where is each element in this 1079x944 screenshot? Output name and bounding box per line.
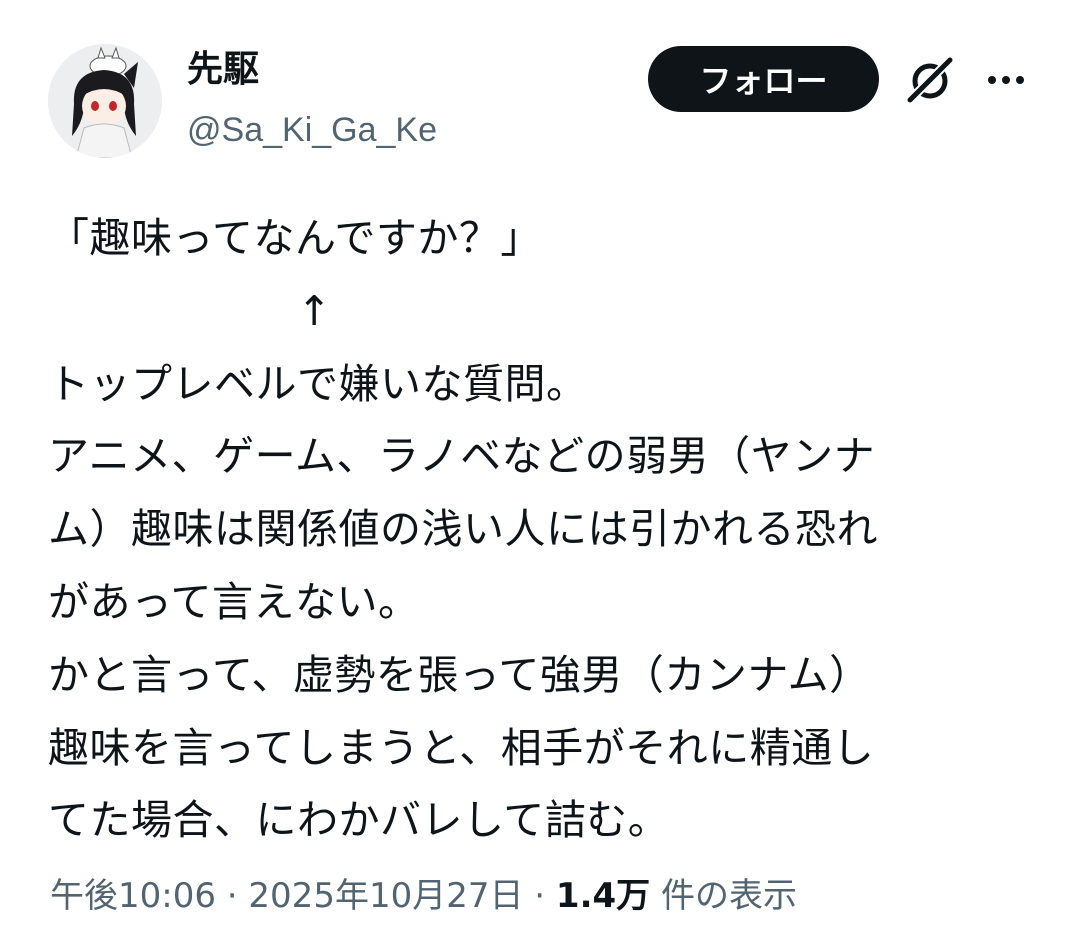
tweet-date[interactable]: 2025年10月27日 [248,876,523,916]
author-handle[interactable]: @Sa_Ki_Ga_Ke [187,108,437,152]
tweet-line: かと言って、虚勢を張って強男（カンナム） [48,650,871,699]
tweet-line: ム）趣味は関係値の浅い人には引かれる恐れ [48,505,878,554]
tweet-time[interactable]: 午後10:06 [50,876,216,916]
grok-icon[interactable] [904,54,956,106]
tweet-line: 「趣味ってなんですか？」 [48,214,542,262]
tweet-line: トップレベルで嫌いな質問。 [48,359,588,408]
meta-separator: · [226,876,238,916]
grok-icon-glyph [906,56,954,104]
views-label: 件の表示 [660,876,797,916]
avatar-illustration [48,44,162,158]
author-name[interactable]: 先駆 [187,48,259,92]
follow-button[interactable]: フォロー [648,46,879,112]
tweet-text: 「趣味ってなんですか？」 ↑ トップレベルで嫌いな質問。 アニメ、ゲーム、ラノベ… [48,202,1048,857]
tweet-line: ↑ [48,286,332,335]
tweet-line: があって言えない。 [48,577,420,626]
tweet-line: てた場合、にわかバレして詰む。 [48,796,670,845]
more-dots-glyph [988,76,1024,84]
tweet-meta: 午後10:06 · 2025年10月27日 · 1.4万 件の表示 [50,868,797,924]
meta-separator: · [534,876,546,916]
avatar[interactable] [48,44,162,158]
views-count[interactable]: 1.4万 [556,876,650,916]
tweet-line: アニメ、ゲーム、ラノベなどの弱男（ヤンナ [48,432,876,481]
tweet-line: 趣味を言ってしまうと、相手がそれに精通し [48,723,875,772]
more-icon[interactable] [984,60,1028,100]
